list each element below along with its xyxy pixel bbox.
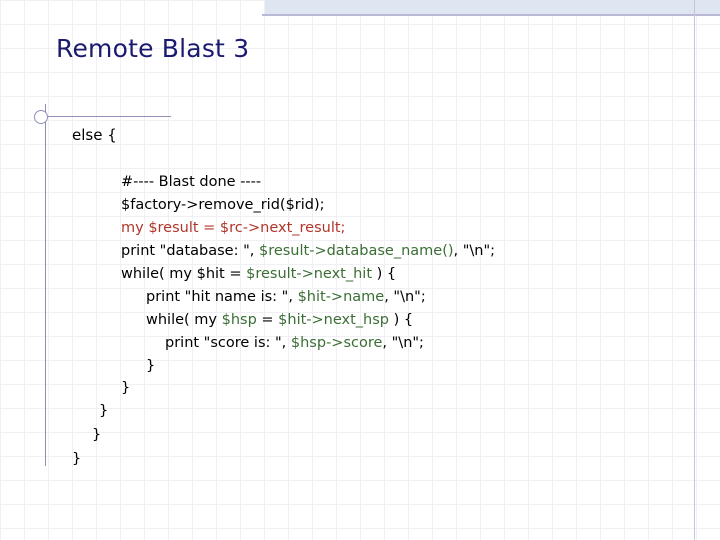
title-underline (45, 116, 171, 117)
code-token: $result->next_hit (246, 266, 373, 282)
code-token: print "score is: ", (165, 335, 291, 351)
code-line-print-score: print "score is: ", $hsp->score, "\n"; (165, 335, 424, 351)
code-line-remove-rid: $factory->remove_rid($rid); (121, 197, 325, 213)
right-rule (694, 0, 695, 540)
code-close-brace: } (146, 358, 156, 374)
code-token: $hsp (221, 312, 257, 328)
code-token: print "database: ", (121, 243, 259, 259)
code-token: $hit->name (297, 289, 385, 305)
code-token: , "\n"; (384, 289, 426, 305)
code-line-next-result: my $result = $rc->next_result; (121, 220, 346, 236)
code-token: , "\n"; (382, 335, 424, 351)
code-line-print-database: print "database: ", $result->database_na… (121, 243, 495, 259)
header-tint-band (265, 0, 720, 14)
code-else-open: else { (72, 126, 117, 144)
code-close-brace: } (92, 427, 102, 443)
code-token: while( my $hit = (121, 266, 247, 282)
code-token: print "hit name is: ", (146, 289, 298, 305)
code-close-brace: } (121, 380, 131, 396)
code-close-brace: } (72, 451, 82, 467)
code-line-print-hit: print "hit name is: ", $hit->name, "\n"; (146, 289, 426, 305)
bullet-circle-icon (34, 110, 48, 124)
code-token: $result->database_name() (258, 243, 454, 259)
code-token: $hit->next_hsp (278, 312, 390, 328)
code-line-while-hit: while( my $hit = $result->next_hit ) { (121, 266, 396, 282)
code-line-while-hsp: while( my $hsp = $hit->next_hsp ) { (146, 312, 413, 328)
code-token: while( my (146, 312, 222, 328)
header-rule (262, 14, 720, 16)
code-token: ) { (389, 312, 414, 328)
code-token: $hsp->score (290, 335, 383, 351)
code-token: ) { (372, 266, 397, 282)
code-token: , "\n"; (453, 243, 496, 259)
content-left-rule (45, 104, 46, 466)
slide-title: Remote Blast 3 (56, 34, 250, 63)
code-token: = (256, 312, 279, 328)
code-line-comment: #---- Blast done ---- (121, 174, 262, 190)
code-close-brace: } (99, 403, 109, 419)
